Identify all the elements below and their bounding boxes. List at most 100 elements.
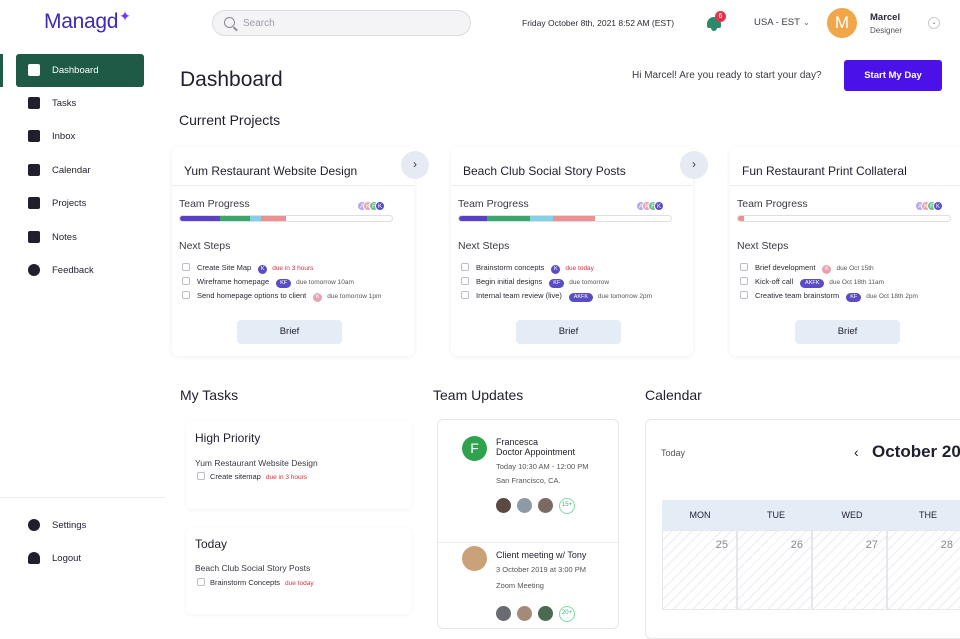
task-item[interactable]: Brainstorm Concepts due today	[197, 578, 314, 587]
notifications-button[interactable]: 6	[706, 11, 726, 31]
today-button[interactable]: Today	[661, 448, 685, 458]
assignee-avatar: AKFK	[800, 279, 825, 288]
step-text: Send homepage options to client	[197, 291, 307, 300]
project-card[interactable]: Fun Restaurant Print Collateral Team Pro…	[730, 147, 960, 356]
sidebar-item-label: Calendar	[52, 165, 91, 176]
step-checkbox[interactable]	[740, 263, 748, 271]
calendar-day-cell[interactable]: 28	[887, 530, 960, 610]
calendar-month: October 2021	[872, 442, 960, 461]
team-progress-bar	[737, 215, 951, 222]
sidebar-item-logout[interactable]: Logout	[16, 542, 144, 575]
step-due: due Oct 18th 11am	[829, 279, 885, 286]
task-checkbox[interactable]	[197, 578, 205, 586]
brief-button[interactable]: Brief	[237, 320, 342, 344]
step-checkbox[interactable]	[182, 277, 190, 285]
update-author: Francesca	[496, 437, 539, 447]
sidebar-divider	[0, 497, 165, 498]
step-due: due tomorrow 2pm	[597, 293, 653, 300]
user-menu-toggle[interactable]: ⌄	[928, 17, 940, 29]
chevron-left-icon[interactable]: ‹	[854, 444, 859, 460]
task-due: due today	[285, 580, 314, 587]
chevron-down-icon: ⌄	[802, 18, 810, 27]
team-progress-bar	[179, 215, 393, 222]
next-step-item[interactable]: Internal team review (live) AKFK due tomor…	[461, 291, 653, 302]
calendar-day-cell[interactable]: 26	[737, 530, 812, 610]
step-checkbox[interactable]	[740, 277, 748, 285]
brief-button[interactable]: Brief	[795, 320, 900, 344]
step-checkbox[interactable]	[461, 291, 469, 299]
chevron-right-icon[interactable]: ›	[680, 151, 708, 179]
step-checkbox[interactable]	[461, 263, 469, 271]
card-divider	[451, 185, 693, 186]
region-label: USA - EST	[754, 17, 800, 28]
weekday-label: WED	[841, 510, 863, 520]
task-project: Beach Club Social Story Posts	[195, 563, 311, 573]
user-avatar[interactable]: M	[827, 8, 857, 38]
update-divider	[438, 542, 618, 543]
brief-button[interactable]: Brief	[516, 320, 621, 344]
next-step-item[interactable]: Begin initial designs KF due tomorrow	[461, 277, 609, 288]
gear-icon	[28, 519, 40, 531]
sidebar-item-tasks[interactable]: Tasks	[16, 87, 144, 120]
team-progress-label: Team Progress	[458, 198, 529, 210]
sidebar-item-inbox[interactable]: Inbox	[16, 120, 144, 153]
sidebar-item-label: Dashboard	[52, 65, 99, 76]
step-checkbox[interactable]	[182, 263, 190, 271]
calendar-icon	[28, 164, 40, 176]
next-step-item[interactable]: Brainstorm concepts Kdue today	[461, 263, 594, 274]
attendee-avatar	[496, 606, 511, 621]
sidebar-item-notes[interactable]: Notes	[16, 221, 144, 254]
sidebar-item-projects[interactable]: Projects	[16, 187, 144, 220]
calendar-weekday-header: MON TUE WED THE	[662, 500, 960, 530]
step-due: due tomorrow 10am	[296, 279, 354, 286]
update-avatar	[462, 546, 487, 571]
next-step-item[interactable]: Wireframe homepage KF due tomorrow 10am	[182, 277, 354, 288]
step-checkbox[interactable]	[740, 291, 748, 299]
project-card[interactable]: Beach Club Social Story Posts Team Progr…	[451, 147, 693, 356]
project-card[interactable]: Yum Restaurant Website Design Team Progr…	[172, 147, 414, 356]
more-attendees-badge[interactable]: 15+	[559, 498, 575, 514]
team-progress-label: Team Progress	[737, 198, 808, 210]
sidebar-item-settings[interactable]: Settings	[16, 509, 144, 542]
progress-segment	[553, 216, 595, 221]
search-input[interactable]	[243, 15, 463, 31]
task-group-card: Today Beach Club Social Story Posts Brai…	[186, 528, 412, 614]
search-bar[interactable]	[212, 10, 471, 36]
more-attendees-badge[interactable]: 20+	[559, 606, 575, 622]
search-icon	[224, 17, 235, 28]
clipboard-icon	[28, 97, 40, 109]
notes-icon	[28, 231, 40, 243]
project-title: Fun Restaurant Print Collateral	[742, 164, 907, 178]
calendar-day-cell[interactable]: 25	[662, 530, 737, 610]
next-step-item[interactable]: Kick-off call AKFK due Oct 18th 11am	[740, 277, 885, 288]
next-step-item[interactable]: Send homepage options to client Kdue tomo…	[182, 291, 381, 302]
brand-name: Managd	[44, 10, 119, 33]
next-step-item[interactable]: Create Site Map Kdue in 3 hours	[182, 263, 313, 274]
team-updates-card: F Francesca Doctor Appointment Today 10:…	[437, 419, 619, 629]
progress-segment	[530, 216, 553, 221]
day-number: 28	[940, 539, 953, 551]
task-checkbox[interactable]	[197, 472, 205, 480]
assignee-avatar: KF	[549, 279, 565, 288]
sidebar-item-dashboard[interactable]: Dashboard	[16, 54, 144, 87]
sidebar-item-feedback[interactable]: Feedback	[16, 254, 144, 287]
calendar-day-cell[interactable]: 27	[812, 530, 887, 610]
sidebar-item-calendar[interactable]: Calendar	[16, 154, 144, 187]
next-step-item[interactable]: Creative team brainstorm KF due Oct 18th 2…	[740, 291, 918, 302]
next-step-item[interactable]: Brief development Kdue Oct 15th	[740, 263, 874, 274]
region-selector[interactable]: USA - EST ⌄	[754, 17, 810, 28]
step-text: Kick-off call	[755, 277, 794, 286]
start-my-day-button[interactable]: Start My Day	[844, 60, 942, 91]
update-location: Zoom Meeting	[496, 581, 544, 590]
step-text: Begin initial designs	[476, 277, 543, 286]
project-title: Yum Restaurant Website Design	[184, 164, 358, 178]
brand-logo[interactable]: Managd✦	[44, 8, 131, 34]
chevron-right-icon[interactable]: ›	[401, 151, 429, 179]
notification-badge: 6	[715, 11, 726, 22]
step-checkbox[interactable]	[461, 277, 469, 285]
current-datetime: Friday October 8th, 2021 8:52 AM (EST)	[522, 18, 675, 28]
step-checkbox[interactable]	[182, 291, 190, 299]
task-item[interactable]: Create sitemap due in 3 hours	[197, 472, 307, 481]
assignee-avatar: AKFK	[568, 293, 593, 302]
task-text: Create sitemap	[210, 472, 261, 481]
